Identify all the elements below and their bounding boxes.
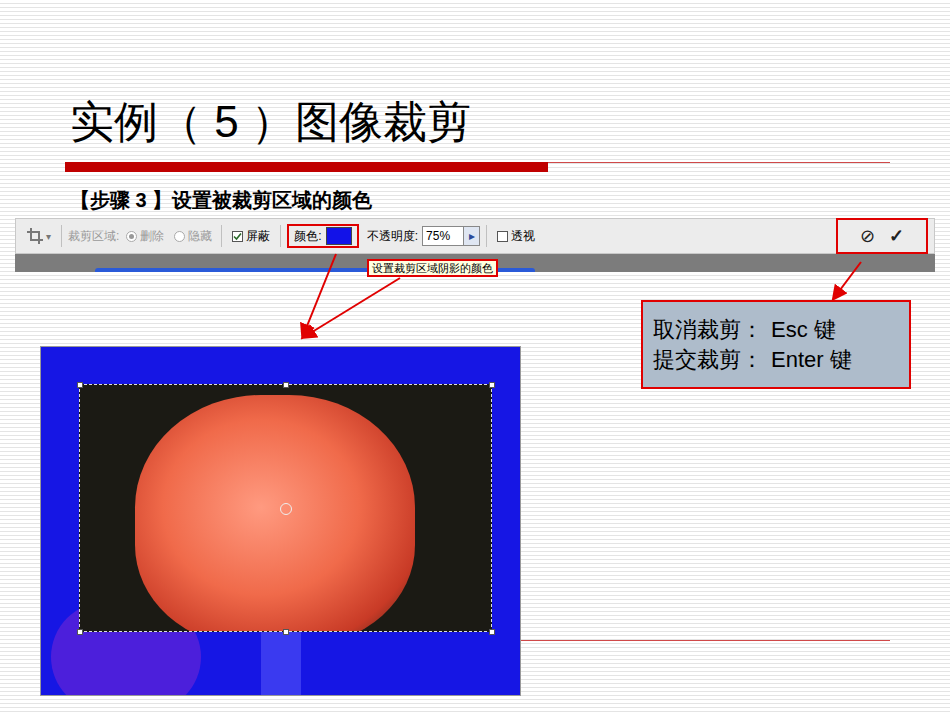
checkbox-box[interactable]: [497, 231, 508, 242]
separator: [486, 225, 487, 247]
slide: 实例（ 5 ）图像裁剪【步骤 3 】设置被裁剪区域的颜色 ▾ 裁剪区域: 删除 隐藏 屏蔽…: [0, 0, 950, 713]
color-field[interactable]: 颜色:: [287, 224, 358, 248]
color-swatch[interactable]: [326, 227, 352, 245]
crop-tool[interactable]: ▾: [22, 227, 55, 245]
crop-preview: [40, 346, 521, 696]
flower-petals: [135, 395, 415, 632]
arrow: [303, 254, 336, 336]
crop-handle[interactable]: [489, 382, 495, 388]
shortcut-row: 取消裁剪： Esc 键: [653, 315, 899, 345]
slide-title: 实例（ 5 ）图像裁剪: [0, 92, 950, 152]
radio-label: 删除: [140, 227, 164, 245]
radio-option[interactable]: 删除: [123, 227, 167, 245]
checkbox-box[interactable]: [232, 231, 243, 242]
crop-handle[interactable]: [283, 382, 289, 388]
crop-handle[interactable]: [77, 382, 83, 388]
crosshair: [280, 503, 292, 515]
decor-line: [521, 640, 890, 641]
step-heading: 【步骤 3 】设置被裁剪区域的颜色: [0, 186, 950, 214]
radio-option[interactable]: 隐藏: [171, 227, 215, 245]
cancel-button[interactable]: ⊘: [860, 224, 875, 248]
separator: [221, 225, 222, 247]
title-line: [548, 162, 890, 163]
tick-icon: [233, 232, 242, 241]
crop-handle[interactable]: [489, 629, 495, 635]
crop-area-label: 裁剪区域:: [68, 227, 119, 245]
shortcut-key: Esc 键: [771, 315, 836, 345]
tool-menu-arrow[interactable]: ▾: [46, 229, 51, 244]
shortcut-action: 取消裁剪：: [653, 315, 763, 345]
shaded-stem: [261, 627, 301, 696]
color-label: 颜色:: [294, 227, 321, 245]
title-rule: [0, 162, 950, 172]
commit-group: ⊘✓: [836, 218, 928, 254]
radio-circle[interactable]: [126, 231, 137, 242]
radio-circle[interactable]: [174, 231, 185, 242]
shortcut-key: Enter 键: [771, 345, 852, 375]
arrow: [834, 262, 861, 298]
shortcut-row: 提交裁剪： Enter 键: [653, 345, 899, 375]
tooltip: 设置裁剪区域阴影的颜色: [367, 259, 498, 277]
shortcut-callout: 取消裁剪： Esc 键提交裁剪： Enter 键: [641, 300, 911, 389]
arrow: [304, 278, 400, 337]
crop-handle[interactable]: [283, 629, 289, 635]
crop-selection[interactable]: [79, 384, 492, 632]
separator: [280, 225, 281, 247]
opacity-field[interactable]: 75%▸: [422, 226, 480, 246]
checkbox[interactable]: 透视: [493, 227, 539, 245]
checkbox[interactable]: 屏蔽: [228, 227, 274, 245]
pointer-arrows: [0, 0, 950, 713]
radio-dot: [129, 234, 134, 239]
options-bar: ▾裁剪区域:删除隐藏屏蔽颜色:不透明度:75%▸透视⊘✓: [15, 218, 935, 254]
opacity-value[interactable]: 75%: [423, 227, 463, 245]
opacity-button[interactable]: ▸: [463, 227, 479, 245]
separator: [61, 225, 62, 247]
crop-handle[interactable]: [77, 629, 83, 635]
checkbox-label: 透视: [511, 227, 535, 245]
radio-label: 隐藏: [188, 227, 212, 245]
checkbox-label: 屏蔽: [246, 227, 270, 245]
opacity-label: 不透明度:: [367, 227, 418, 245]
commit-button[interactable]: ✓: [889, 224, 904, 248]
shortcut-action: 提交裁剪：: [653, 345, 763, 375]
crop-icon: [26, 227, 44, 245]
title-bar: [65, 162, 548, 172]
